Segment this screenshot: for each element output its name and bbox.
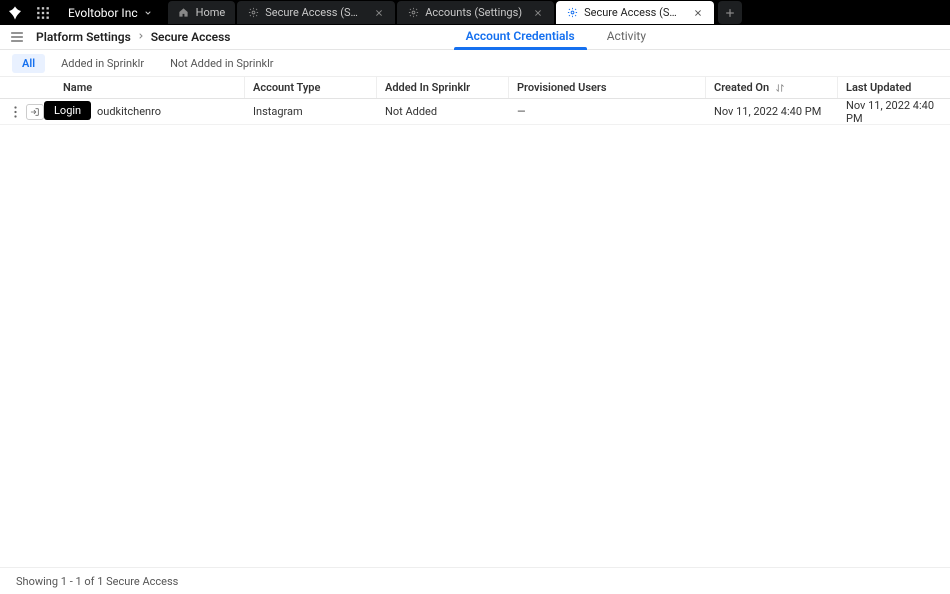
app-launcher-icon[interactable]	[30, 0, 56, 25]
cell-added-in-sprinklr: Not Added	[377, 99, 509, 124]
filter-not-added[interactable]: Not Added in Sprinklr	[160, 54, 283, 73]
top-bar: Evoltobor Inc Home Secure Access (Settin…	[0, 0, 950, 25]
col-actions	[0, 77, 55, 98]
col-last-updated[interactable]: Last Updated	[838, 77, 950, 98]
subtab-account-credentials[interactable]: Account Credentials	[462, 24, 579, 49]
sub-tabs: Account Credentials Activity	[462, 25, 950, 49]
table-header: Name Account Type Added In Sprinklr Prov…	[0, 77, 950, 99]
cell-last-updated: Nov 11, 2022 4:40 PM	[838, 99, 950, 124]
chevron-down-icon	[144, 9, 152, 17]
main-area: Platform Settings Secure Access Account …	[0, 25, 950, 594]
tab-secure-access-1[interactable]: Secure Access (Settings)	[237, 1, 395, 24]
home-icon	[178, 7, 190, 19]
add-tab-button[interactable]	[718, 1, 742, 24]
login-tooltip: Login	[44, 101, 91, 120]
org-name: Evoltobor Inc	[68, 6, 138, 20]
breadcrumb: Platform Settings Secure Access	[36, 30, 230, 44]
gear-icon	[247, 7, 259, 19]
col-account-type[interactable]: Account Type	[245, 77, 377, 98]
tab-accounts[interactable]: Accounts (Settings)	[397, 1, 554, 24]
tab-secure-access-2[interactable]: Secure Access (Settings)	[556, 1, 714, 24]
header-row: Platform Settings Secure Access Account …	[0, 25, 950, 50]
gear-icon	[566, 7, 578, 19]
col-added-in-sprinklr[interactable]: Added In Sprinklr	[377, 77, 509, 98]
tab-label: Secure Access (Settings)	[265, 6, 363, 19]
row-menu-icon[interactable]	[8, 105, 22, 119]
tab-home[interactable]: Home	[168, 1, 236, 24]
pagination-status: Showing 1 - 1 of 1 Secure Access	[16, 575, 178, 588]
close-icon[interactable]	[532, 7, 544, 19]
cell-account-type: Instagram	[245, 99, 377, 124]
close-icon[interactable]	[692, 7, 704, 19]
close-icon[interactable]	[373, 7, 385, 19]
breadcrumb-current: Secure Access	[151, 30, 231, 44]
col-name[interactable]: Name	[55, 77, 245, 98]
menu-icon[interactable]	[8, 28, 26, 46]
filter-all[interactable]: All	[12, 54, 45, 73]
filter-added[interactable]: Added in Sprinklr	[51, 54, 154, 73]
footer-status: Showing 1 - 1 of 1 Secure Access	[0, 567, 950, 594]
tab-label: Accounts (Settings)	[425, 6, 522, 19]
cell-created-on: Nov 11, 2022 4:40 PM	[706, 99, 838, 124]
top-tabs: Home Secure Access (Settings) Accounts (…	[168, 1, 742, 24]
subtab-activity[interactable]: Activity	[603, 24, 650, 49]
col-created-on[interactable]: Created On	[706, 77, 838, 98]
org-switcher[interactable]: Evoltobor Inc	[58, 6, 162, 20]
chevron-right-icon	[137, 32, 145, 43]
breadcrumb-root[interactable]: Platform Settings	[36, 30, 131, 44]
gear-icon	[407, 7, 419, 19]
filter-row: All Added in Sprinklr Not Added in Sprin…	[0, 50, 950, 77]
table-row[interactable]: Login oudkitchenro Instagram Not Added —…	[0, 99, 950, 125]
col-provisioned-users[interactable]: Provisioned Users	[509, 77, 706, 98]
cell-provisioned-users: —	[509, 99, 706, 124]
sort-icon[interactable]	[775, 83, 785, 93]
tab-label: Secure Access (Settings)	[584, 6, 682, 19]
brand-logo	[2, 0, 28, 25]
tab-label: Home	[196, 6, 226, 19]
